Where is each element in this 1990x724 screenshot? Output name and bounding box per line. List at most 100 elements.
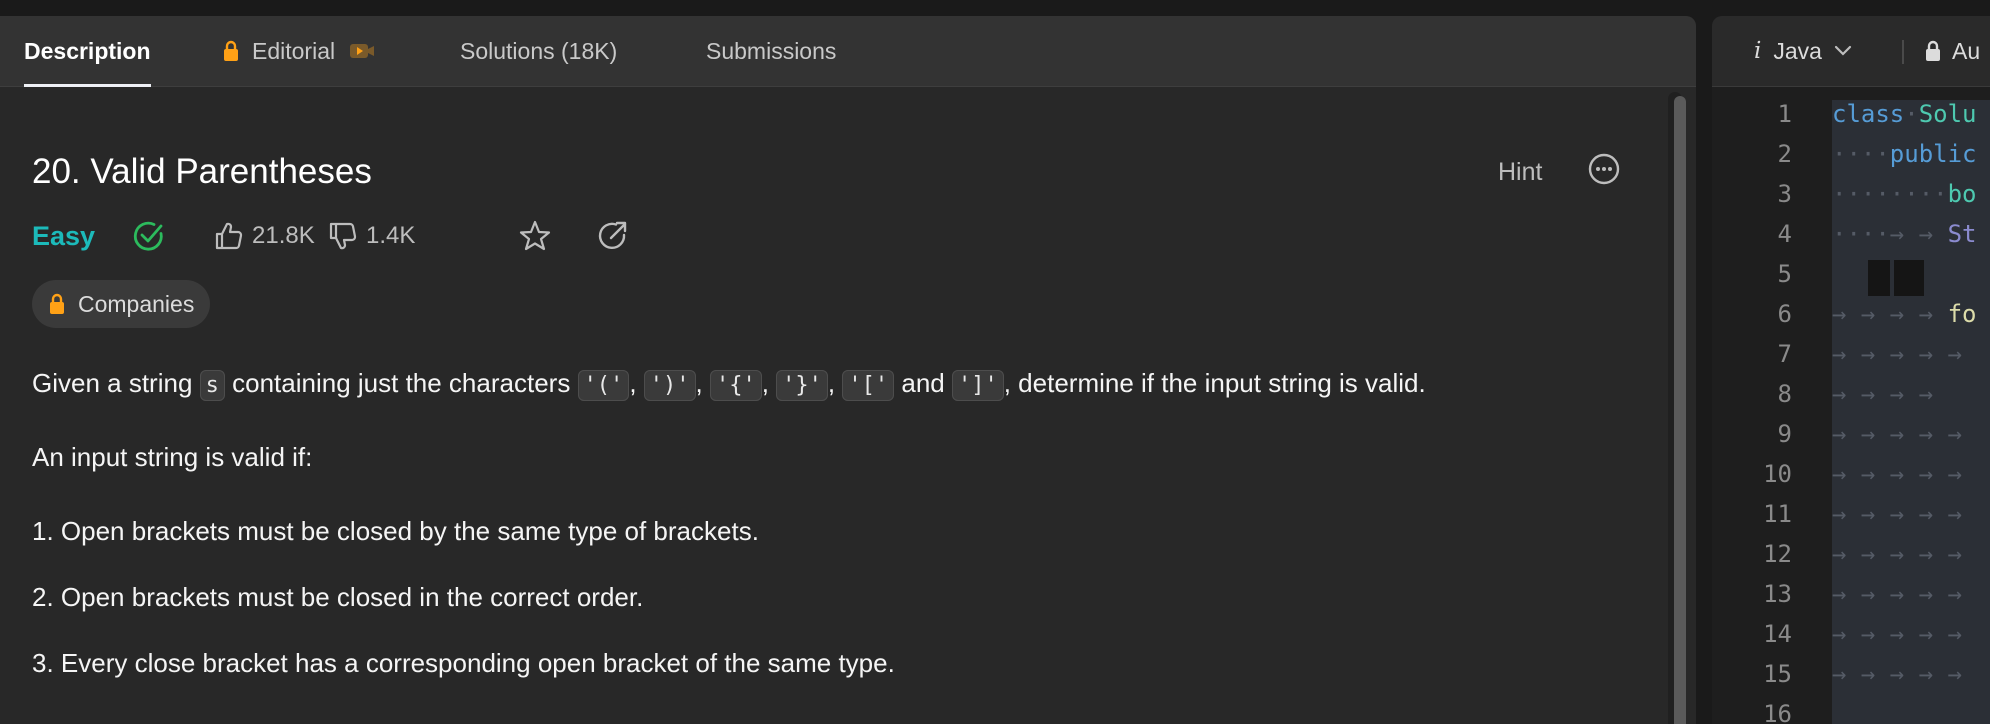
like-count: 21.8K	[252, 222, 315, 249]
code-line: → → → → →	[1832, 540, 1963, 568]
line-number: 11	[1763, 500, 1792, 528]
companies-label: Companies	[78, 290, 195, 317]
code-token: St	[1947, 220, 1977, 248]
code-char: '}'	[776, 370, 828, 401]
tab-solutions[interactable]: Solutions (18K)	[460, 16, 617, 86]
language-selector[interactable]: i Java	[1754, 16, 1852, 86]
description-paragraph-2: An input string is valid if:	[32, 442, 313, 472]
line-number: 4	[1777, 220, 1792, 248]
code-line: → → → → →	[1832, 500, 1963, 528]
code-s: s	[199, 370, 225, 401]
code-line: → → → → →	[1832, 660, 1963, 688]
dislike-button[interactable]: 1.4K	[328, 216, 415, 256]
tab-submissions-label: Submissions	[706, 37, 837, 64]
code-char: '('	[577, 370, 630, 401]
code-line: → → → → →	[1832, 340, 1963, 368]
language-label: Java	[1773, 37, 1822, 64]
mode-label: Au	[1952, 37, 1981, 64]
line-number: 15	[1763, 660, 1792, 688]
auto-mode-selector[interactable]: Au	[1924, 16, 1980, 86]
indent-guide-block	[1894, 260, 1924, 296]
editor-toolbar: i Java Au	[1712, 16, 1990, 87]
line-number: 7	[1777, 340, 1792, 368]
code-token: class	[1832, 100, 1905, 128]
lock-icon	[48, 293, 66, 315]
chevron-down-icon	[1834, 45, 1852, 57]
line-number: 6	[1777, 300, 1792, 328]
code-token: ·	[1904, 100, 1919, 128]
rule-item: 2. Open brackets must be closed in the c…	[32, 582, 644, 612]
lock-icon	[222, 40, 240, 62]
tab-description-label: Description	[24, 37, 151, 64]
window-top-strip	[0, 0, 1990, 16]
code-line: ····→ → St	[1832, 220, 1977, 248]
description-paragraph-1: Given a string s containing just the cha…	[32, 368, 1426, 401]
code-text-area[interactable]: class·Solu ····public ········bo ····→ →…	[1832, 100, 1990, 724]
thumbs-down-icon	[328, 221, 358, 251]
line-number: 13	[1763, 580, 1792, 608]
problem-meta-row: Easy	[32, 216, 95, 256]
line-number: 2	[1777, 140, 1792, 168]
line-number: 16	[1763, 700, 1792, 724]
line-number: 3	[1777, 180, 1792, 208]
like-button[interactable]: 21.8K	[214, 216, 315, 256]
code-char: '['	[842, 370, 895, 401]
code-line: → → → → →	[1832, 460, 1963, 488]
difficulty-badge: Easy	[32, 220, 96, 251]
companies-tag[interactable]: Companies	[32, 280, 211, 328]
indent-guide-block	[1868, 260, 1890, 296]
code-char: '{'	[709, 370, 762, 401]
code-line: ····public	[1832, 140, 1977, 168]
code-editor-panel: i Java Au 1 2 3 4 5 6 7 8 9 10 11 12 13 …	[1712, 16, 1990, 724]
tab-editorial-label: Editorial	[252, 37, 336, 64]
tab-bar: Description Editorial Solutions (18K) Su…	[0, 16, 1696, 87]
hint-button[interactable]: Hint	[1498, 158, 1542, 187]
code-char: ']'	[951, 370, 1004, 401]
scrollbar-thumb[interactable]	[1674, 96, 1686, 724]
line-number: 12	[1763, 540, 1792, 568]
line-number: 5	[1777, 260, 1792, 288]
code-char: ')'	[643, 370, 696, 401]
desc-text: containing just the characters	[232, 368, 571, 398]
share-icon[interactable]	[596, 216, 630, 256]
code-line: → → → →	[1832, 380, 1934, 408]
tab-description[interactable]: Description	[24, 16, 151, 87]
rule-item: 3. Every close bracket has a correspondi…	[32, 648, 895, 678]
tab-solutions-label: Solutions (18K)	[460, 37, 618, 64]
info-icon: i	[1754, 38, 1762, 64]
desc-text: and	[901, 368, 945, 398]
dislike-count: 1.4K	[366, 222, 416, 249]
rule-item: 1. Open brackets must be closed by the s…	[32, 516, 759, 546]
tab-submissions[interactable]: Submissions	[706, 16, 836, 86]
code-token: bo	[1947, 180, 1977, 208]
code-line: ········bo	[1832, 180, 1977, 208]
problem-title: 20. Valid Parentheses	[32, 152, 372, 191]
code-token: fo	[1947, 300, 1977, 328]
thumbs-up-icon	[214, 221, 244, 251]
video-icon	[349, 42, 375, 60]
code-token: ····	[1832, 140, 1890, 168]
toolbar-divider	[1902, 40, 1904, 64]
tab-editorial[interactable]: Editorial	[222, 16, 375, 86]
solved-check-icon	[132, 216, 166, 256]
code-line: class·Solu	[1832, 100, 1977, 128]
code-line: → → → → →	[1832, 420, 1963, 448]
code-line: → → → → →	[1832, 580, 1963, 608]
description-panel: Description Editorial Solutions (18K) Su…	[0, 16, 1696, 724]
lock-icon	[1924, 40, 1942, 62]
desc-text: Given a string	[32, 368, 193, 398]
star-icon[interactable]	[518, 216, 552, 256]
line-number: 10	[1763, 460, 1792, 488]
code-token: ····→ →	[1832, 220, 1948, 248]
line-number: 14	[1763, 620, 1792, 648]
code-line: → → → → →	[1832, 620, 1963, 648]
desc-text: , determine if the input string is valid…	[1003, 368, 1426, 398]
code-token: ········	[1832, 180, 1948, 208]
code-token: Solu	[1918, 100, 1977, 128]
code-token: public	[1889, 140, 1977, 168]
line-number: 1	[1777, 100, 1792, 128]
line-number: 8	[1777, 380, 1792, 408]
more-options-icon[interactable]	[1587, 152, 1621, 191]
line-number: 9	[1777, 420, 1792, 448]
code-token: → → → →	[1832, 300, 1948, 328]
